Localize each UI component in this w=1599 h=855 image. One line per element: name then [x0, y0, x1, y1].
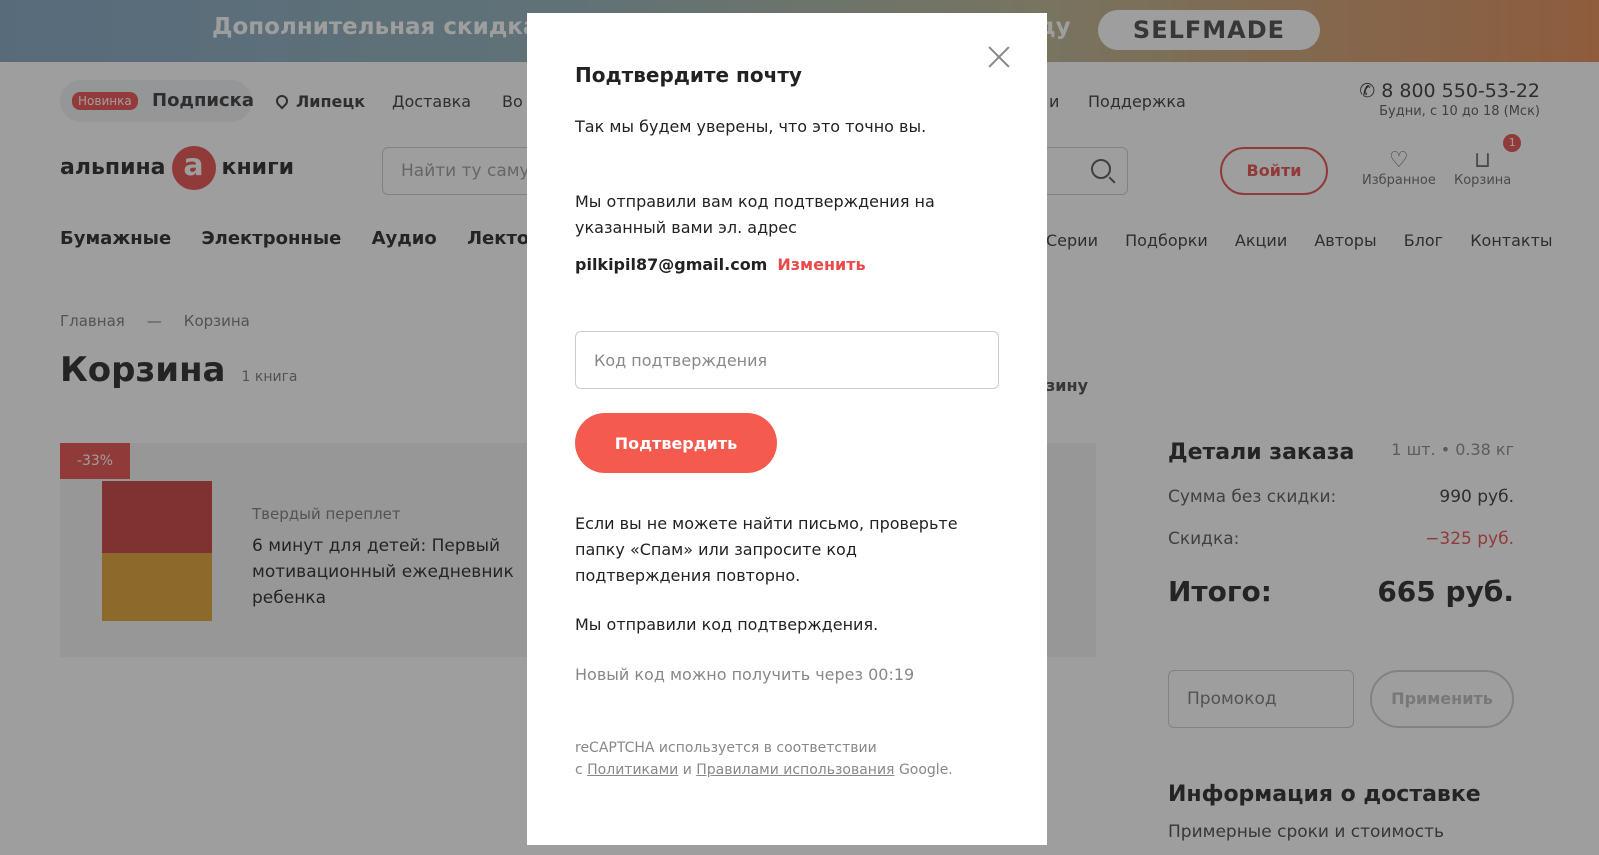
confirmation-code-input[interactable] — [575, 331, 999, 389]
code-sent-notice: Мы отправили код подтверждения. — [575, 615, 879, 634]
recaptcha-terms-link[interactable]: Правилами использования — [696, 762, 894, 778]
confirm-button[interactable]: Подтвердить — [575, 413, 777, 473]
email-row: pilkipil87@gmail.com Изменить — [575, 255, 866, 274]
change-email-link[interactable]: Изменить — [777, 255, 865, 274]
modal-subtitle: Так мы будем уверены, что это точно вы. — [575, 117, 927, 136]
recaptcha-prefix: reCAPTCHA используется в соответствии — [575, 740, 877, 756]
recaptcha-notice: reCAPTCHA используется в соответствии с … — [575, 737, 995, 781]
confirm-email-modal: Подтвердите почту Так мы будем уверены, … — [527, 13, 1047, 845]
resend-timer: Новый код можно получить через 00:19 — [575, 665, 915, 684]
modal-title: Подтвердите почту — [575, 63, 802, 87]
spam-hint: Если вы не можете найти письмо, проверьт… — [575, 514, 958, 585]
recaptcha-policies-link[interactable]: Политиками — [587, 762, 678, 778]
close-icon[interactable] — [985, 43, 1013, 71]
email-address: pilkipil87@gmail.com — [575, 255, 768, 274]
recaptcha-and: и — [682, 762, 692, 778]
recaptcha-suffix: Google. — [898, 762, 953, 778]
code-sent-text: Мы отправили вам код подтверждения на ук… — [575, 192, 935, 237]
recaptcha-c: с — [575, 762, 583, 778]
